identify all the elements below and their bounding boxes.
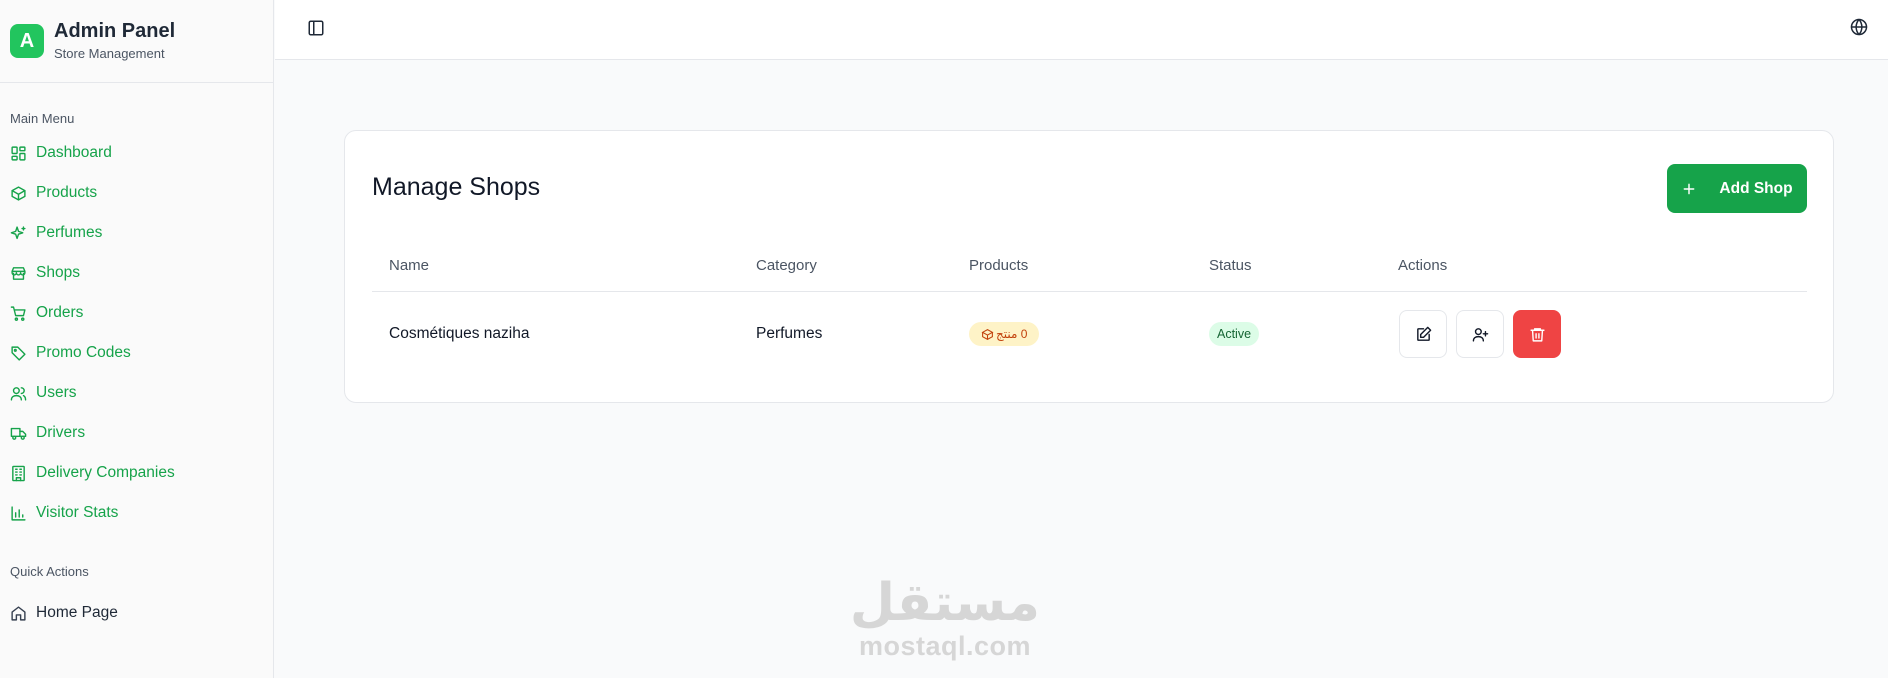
panel-left-icon: [308, 20, 324, 36]
main-menu-label: Main Menu: [10, 111, 75, 126]
column-header-actions: Actions: [1398, 257, 1448, 274]
users-icon: [10, 386, 27, 401]
status-badge: Active: [1209, 322, 1260, 346]
brand-subtitle: Store Management: [54, 46, 165, 61]
trash-icon: [1529, 327, 1545, 342]
sidebar-item-delivery-companies[interactable]: Delivery Companies: [0, 453, 274, 493]
building-icon: [12, 465, 25, 481]
store-icon: [11, 266, 26, 280]
sidebar-toggle-button[interactable]: [307, 19, 329, 41]
sidebar-item-drivers[interactable]: Drivers: [0, 413, 274, 453]
shops-card: Manage Shops Add Shop Name Category Prod…: [344, 130, 1834, 403]
main-menu: Dashboard Products Perfumes Shops Orders…: [0, 133, 274, 533]
sidebar-item-label: Orders: [36, 304, 84, 321]
products-count-text: 0 منتج: [996, 327, 1028, 341]
quick-actions-menu: Home Page: [0, 593, 274, 633]
sidebar-item-label: Dashboard: [36, 144, 112, 161]
sidebar-item-label: Delivery Companies: [36, 464, 175, 481]
add-shop-button[interactable]: Add Shop: [1667, 164, 1807, 213]
bar-chart-icon: [11, 505, 26, 521]
sidebar-item-label: Drivers: [36, 424, 86, 441]
delete-shop-button[interactable]: [1513, 310, 1561, 358]
sidebar-item-label: Users: [36, 384, 77, 401]
top-bar: [275, 0, 1888, 60]
products-count-badge: 0 منتج: [969, 322, 1040, 346]
brand-title: Admin Panel: [54, 20, 176, 42]
table-divider: [372, 291, 1807, 292]
sidebar-item-visitor-stats[interactable]: Visitor Stats: [0, 493, 274, 533]
add-shop-label: Add Shop: [1719, 179, 1793, 197]
sidebar-item-label: Home Page: [36, 604, 118, 621]
sidebar-item-users[interactable]: Users: [0, 373, 274, 413]
globe-icon: [1850, 18, 1868, 36]
package-icon: [11, 185, 26, 201]
tag-icon: [11, 345, 26, 361]
truck-icon: [10, 427, 27, 440]
column-header-name: Name: [389, 257, 430, 274]
package-icon: [981, 328, 994, 340]
quick-actions-label: Quick Actions: [10, 564, 89, 579]
sidebar-item-perfumes[interactable]: Perfumes: [0, 213, 274, 253]
layout-dashboard-icon: [11, 145, 26, 161]
cell-shop-name: Cosmétiques naziha: [389, 325, 530, 342]
sidebar-item-label: Perfumes: [36, 224, 103, 241]
edit-icon: [1416, 326, 1431, 341]
sidebar-item-dashboard[interactable]: Dashboard: [0, 133, 274, 173]
sidebar-item-label: Products: [36, 184, 98, 201]
brand-logo: A: [10, 24, 44, 58]
sidebar-item-shops[interactable]: Shops: [0, 253, 274, 293]
sparkles-icon: [10, 225, 26, 239]
sidebar-item-label: Visitor Stats: [36, 504, 119, 521]
user-plus-icon: [1472, 327, 1488, 342]
column-header-status: Status: [1209, 257, 1252, 274]
watermark-arabic: مستقل: [849, 573, 1040, 633]
plus-icon: [1684, 183, 1695, 194]
watermark-logo: مستقل mostaql.com: [850, 575, 1040, 661]
column-header-products: Products: [969, 257, 1029, 274]
sidebar-item-home-page[interactable]: Home Page: [0, 593, 274, 633]
watermark-latin: mostaql.com: [858, 631, 1032, 661]
shopping-cart-icon: [10, 305, 26, 321]
cell-category: Perfumes: [756, 325, 823, 342]
sidebar-item-orders[interactable]: Orders: [0, 293, 274, 333]
column-header-category: Category: [756, 257, 817, 274]
sidebar-item-products[interactable]: Products: [0, 173, 274, 213]
assign-user-button[interactable]: [1456, 310, 1504, 358]
sidebar: A Admin Panel Store Management Main Menu…: [0, 0, 274, 678]
page-title: Manage Shops: [372, 173, 541, 201]
brand: A Admin Panel Store Management: [0, 0, 273, 83]
edit-shop-button[interactable]: [1399, 310, 1447, 358]
sidebar-item-promo-codes[interactable]: Promo Codes: [0, 333, 274, 373]
home-icon: [11, 605, 26, 621]
sidebar-item-label: Shops: [36, 264, 80, 281]
language-button[interactable]: [1850, 18, 1872, 40]
sidebar-item-label: Promo Codes: [36, 344, 131, 361]
